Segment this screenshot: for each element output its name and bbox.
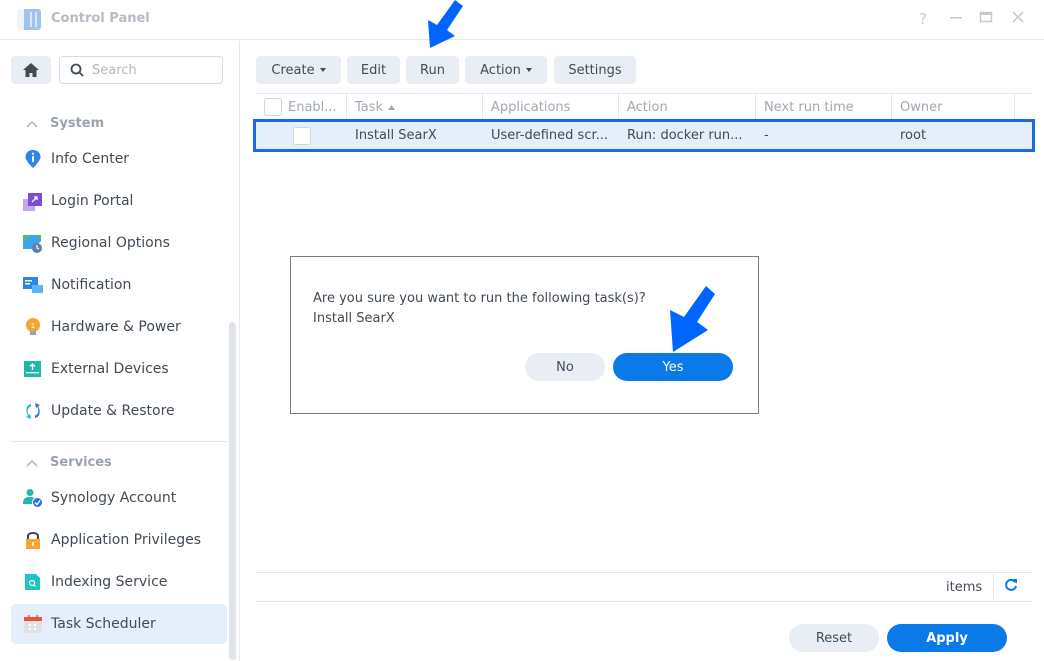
column-header-enabled[interactable]: Enabl... — [256, 94, 347, 120]
select-all-checkbox[interactable] — [264, 98, 282, 116]
sidebar-item-external-devices[interactable]: External Devices — [11, 349, 227, 389]
chevron-up-icon — [26, 120, 38, 128]
sidebar-item-label: Regional Options — [51, 235, 170, 251]
divider — [256, 572, 1032, 573]
search-icon — [70, 63, 84, 77]
update-restore-icon — [23, 401, 43, 421]
sidebar-item-label: Indexing Service — [51, 574, 168, 590]
action-cell: Run: docker run... — [627, 128, 743, 143]
sort-asc-icon — [388, 104, 396, 110]
window-title: Control Panel — [51, 11, 150, 26]
sidebar-item-label: External Devices — [51, 361, 169, 377]
group-label: Services — [50, 455, 112, 470]
sidebar-item-task-scheduler[interactable]: Task Scheduler — [11, 604, 227, 644]
yes-button[interactable]: Yes — [613, 353, 733, 381]
task-scheduler-icon — [23, 614, 43, 634]
sidebar-item-hardware-power[interactable]: 1 Hardware & Power — [11, 307, 227, 347]
sidebar-item-update-restore[interactable]: Update & Restore — [11, 391, 227, 431]
caret-down-icon — [525, 68, 532, 72]
svg-text:1: 1 — [31, 322, 35, 330]
hardware-power-icon: 1 — [23, 317, 43, 337]
sidebar-item-label: Info Center — [51, 151, 130, 167]
title-bar: Control Panel ? — [0, 0, 1044, 40]
search-box[interactable] — [59, 56, 223, 84]
task-cell: Install SearX — [355, 128, 437, 143]
table-header: Enabl... Task Applications Action Next r… — [256, 93, 1032, 120]
next-run-time-cell: - — [764, 128, 769, 143]
sidebar-item-synology-account[interactable]: Synology Account — [11, 478, 227, 518]
group-label: System — [50, 116, 105, 131]
search-input[interactable] — [92, 62, 202, 78]
confirm-run-dialog: Are you sure you want to run the followi… — [290, 256, 759, 414]
column-header-task[interactable]: Task — [347, 94, 483, 120]
dialog-question: Are you sure you want to run the followi… — [313, 291, 646, 306]
sidebar-scrollbar[interactable] — [229, 322, 236, 660]
action-label: Action — [480, 62, 521, 78]
enabled-cell — [256, 126, 347, 145]
sidebar-item-label: Application Privileges — [51, 532, 201, 548]
control-panel-app-icon — [17, 9, 41, 30]
applications-cell: User-defined scr... — [491, 128, 609, 143]
dialog-task-name: Install SearX — [313, 311, 395, 326]
sidebar-item-notification[interactable]: Notification — [11, 265, 227, 305]
sidebar-item-label: Update & Restore — [51, 403, 175, 419]
notification-icon — [23, 275, 43, 295]
sidebar-item-label: Notification — [51, 277, 132, 293]
action-button[interactable]: Action — [465, 56, 547, 84]
dialog-message: Are you sure you want to run the followi… — [313, 289, 646, 329]
create-button[interactable]: Create — [256, 56, 341, 84]
apply-button[interactable]: Apply — [887, 624, 1007, 652]
edit-button[interactable]: Edit — [347, 56, 400, 84]
group-header-services[interactable]: Services — [26, 455, 112, 470]
items-count-label: items — [946, 580, 983, 595]
sidebar-item-label: Task Scheduler — [51, 616, 156, 632]
divider — [256, 601, 1032, 602]
enabled-checkbox[interactable] — [292, 126, 311, 145]
sidebar-item-info-center[interactable]: Info Center — [11, 139, 227, 179]
application-privileges-icon — [23, 530, 43, 550]
sidebar-item-application-privileges[interactable]: Application Privileges — [11, 520, 227, 560]
sidebar-divider — [11, 441, 227, 442]
column-header-next-run-time[interactable]: Next run time — [756, 94, 892, 120]
column-header-owner[interactable]: Owner — [892, 94, 1015, 120]
chevron-up-icon — [26, 459, 38, 467]
settings-button[interactable]: Settings — [554, 56, 636, 84]
login-portal-icon — [23, 191, 43, 211]
regional-options-icon — [23, 233, 43, 253]
caret-down-icon — [319, 68, 326, 72]
group-header-system[interactable]: System — [26, 116, 104, 131]
indexing-service-icon — [23, 572, 43, 592]
home-button[interactable] — [11, 56, 51, 84]
sidebar-item-label: Synology Account — [51, 490, 177, 506]
sidebar: System Info Center Login Portal Regional… — [0, 41, 240, 661]
sidebar-item-regional-options[interactable]: Regional Options — [11, 223, 227, 263]
no-button[interactable]: No — [525, 353, 605, 381]
info-center-icon — [23, 149, 43, 169]
minimize-icon[interactable] — [946, 10, 966, 28]
refresh-icon[interactable] — [1004, 578, 1018, 596]
help-icon[interactable]: ? — [913, 10, 933, 28]
synology-account-icon — [23, 488, 43, 508]
home-icon — [23, 63, 39, 77]
sidebar-item-label: Login Portal — [51, 193, 134, 209]
sidebar-item-login-portal[interactable]: Login Portal — [11, 181, 227, 221]
sidebar-item-label: Hardware & Power — [51, 319, 181, 335]
close-icon[interactable] — [1008, 10, 1028, 28]
owner-cell: root — [900, 128, 927, 143]
maximize-icon[interactable] — [976, 10, 996, 28]
external-devices-icon — [23, 359, 43, 379]
create-label: Create — [271, 62, 315, 78]
table-row[interactable]: Install SearX User-defined scr... Run: d… — [253, 119, 1035, 152]
divider — [993, 574, 994, 600]
reset-button[interactable]: Reset — [789, 624, 879, 652]
sidebar-item-indexing-service[interactable]: Indexing Service — [11, 562, 227, 602]
column-header-applications[interactable]: Applications — [483, 94, 619, 120]
run-button[interactable]: Run — [406, 56, 459, 84]
column-header-action[interactable]: Action — [619, 94, 756, 120]
